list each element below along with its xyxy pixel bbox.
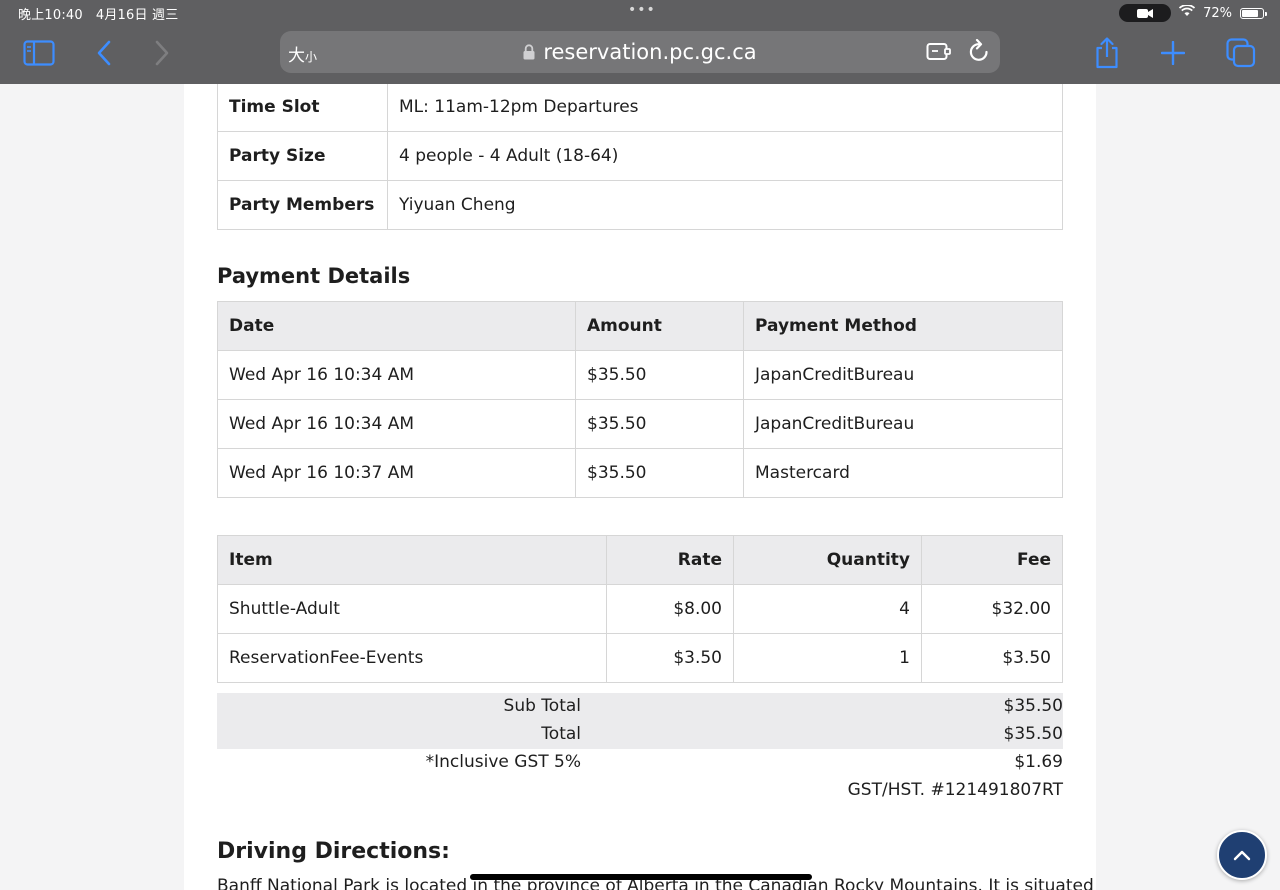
table-row: Shuttle-Adult $8.00 4 $32.00: [217, 584, 1063, 634]
column-header-rate: Rate: [606, 535, 734, 585]
payment-table: Date Amount Payment Method Wed Apr 16 10…: [217, 301, 1063, 498]
row-label: Time Slot: [217, 84, 388, 132]
payment-amount: $35.50: [575, 399, 744, 449]
wifi-icon: [1178, 4, 1196, 21]
total-row: Total $35.50: [217, 721, 1063, 749]
column-header-date: Date: [217, 301, 576, 351]
address-bar[interactable]: 大小 reservation.pc.gc.ca: [280, 31, 1000, 73]
chevron-left-icon: [97, 40, 111, 66]
item-rate: $3.50: [606, 633, 734, 683]
chevron-right-icon: [155, 40, 169, 66]
row-value: 4 people - 4 Adult (18-64): [387, 131, 1063, 181]
item-rate: $8.00: [606, 584, 734, 634]
battery-icon: [1240, 7, 1267, 19]
payment-details-heading: Payment Details: [217, 264, 411, 288]
table-row: Party Size 4 people - 4 Adult (18-64): [217, 131, 1063, 181]
back-button[interactable]: [87, 36, 121, 70]
table-row: ReservationFee-Events $3.50 1 $3.50: [217, 633, 1063, 683]
share-icon[interactable]: [1090, 36, 1124, 70]
payment-method: Mastercard: [743, 448, 1063, 498]
gst-number: GST/HST. #121491807RT: [847, 780, 1063, 800]
new-tab-icon[interactable]: [1156, 36, 1190, 70]
column-header-amount: Amount: [575, 301, 744, 351]
table-header-row: Item Rate Quantity Fee: [217, 535, 1063, 585]
item-fee: $32.00: [921, 584, 1063, 634]
item-quantity: 1: [733, 633, 922, 683]
page-content: Time Slot ML: 11am-12pm Departures Party…: [184, 84, 1096, 890]
clock: 晚上10:40: [18, 8, 83, 23]
status-time: 晚上10:40 4月16日 週三: [18, 4, 178, 23]
directions-heading-wrap: Driving Directions:: [217, 839, 1063, 864]
fees-table: Item Rate Quantity Fee Shuttle-Adult $8.…: [217, 535, 1063, 683]
subtotal-label: Sub Total: [503, 696, 581, 716]
extensions-icon[interactable]: [926, 40, 952, 66]
table-row: Wed Apr 16 10:34 AM $35.50 JapanCreditBu…: [217, 399, 1063, 449]
tabs-overview-icon[interactable]: [1224, 36, 1258, 70]
url-display[interactable]: reservation.pc.gc.ca: [280, 40, 1000, 65]
booking-details-table: Time Slot ML: 11am-12pm Departures Party…: [217, 84, 1063, 230]
payment-date: Wed Apr 16 10:34 AM: [217, 399, 576, 449]
payment-method: JapanCreditBureau: [743, 350, 1063, 400]
item-quantity: 4: [733, 584, 922, 634]
payment-method: JapanCreditBureau: [743, 399, 1063, 449]
row-value: ML: 11am-12pm Departures: [387, 84, 1063, 132]
forward-button[interactable]: [145, 36, 179, 70]
multitasking-dots-icon[interactable]: •••: [628, 2, 656, 18]
item-name: ReservationFee-Events: [217, 633, 607, 683]
scroll-to-top-button[interactable]: [1217, 830, 1267, 880]
table-row: Party Members Yiyuan Cheng: [217, 180, 1063, 230]
table-header-row: Date Amount Payment Method: [217, 301, 1063, 351]
gst-value: $1.69: [1014, 752, 1063, 772]
sidebar-icon[interactable]: [22, 36, 56, 70]
driving-directions-heading: Driving Directions:: [217, 839, 450, 864]
status-indicators: 72%: [1119, 4, 1267, 22]
camera-indicator-icon: [1119, 4, 1172, 22]
totals-summary: Sub Total $35.50 Total $35.50 *Inclusive…: [217, 693, 1063, 805]
home-indicator: [470, 874, 812, 880]
payment-amount: $35.50: [575, 350, 744, 400]
table-row: Wed Apr 16 10:34 AM $35.50 JapanCreditBu…: [217, 350, 1063, 400]
column-header-quantity: Quantity: [733, 535, 922, 585]
subtotal-row: Sub Total $35.50: [217, 693, 1063, 721]
lock-icon: [523, 41, 535, 65]
table-row: Time Slot ML: 11am-12pm Departures: [217, 84, 1063, 132]
battery-percent: 72%: [1203, 5, 1232, 21]
item-name: Shuttle-Adult: [217, 584, 607, 634]
item-fee: $3.50: [921, 633, 1063, 683]
browser-toolbar: 晚上10:40 4月16日 週三 ••• 72% 大小 reservation.…: [0, 0, 1280, 84]
payment-section: Date Amount Payment Method Wed Apr 16 10…: [217, 301, 1063, 498]
fees-section: Item Rate Quantity Fee Shuttle-Adult $8.…: [217, 535, 1063, 683]
gst-number-row: GST/HST. #121491807RT: [217, 777, 1063, 805]
gst-row: *Inclusive GST 5% $1.69: [217, 749, 1063, 777]
status-date: 4月16日 週三: [95, 8, 179, 23]
total-value: $35.50: [1003, 724, 1063, 744]
table-row: Wed Apr 16 10:37 AM $35.50 Mastercard: [217, 448, 1063, 498]
column-header-payment-method: Payment Method: [743, 301, 1063, 351]
column-header-fee: Fee: [921, 535, 1063, 585]
payment-amount: $35.50: [575, 448, 744, 498]
gst-label: *Inclusive GST 5%: [425, 752, 581, 772]
total-label: Total: [541, 724, 581, 744]
payment-heading-wrap: Payment Details: [217, 264, 1063, 288]
chevron-up-icon: [1233, 850, 1251, 861]
row-value: Yiyuan Cheng: [387, 180, 1063, 230]
column-header-item: Item: [217, 535, 607, 585]
row-label: Party Size: [217, 131, 388, 181]
row-label: Party Members: [217, 180, 388, 230]
payment-date: Wed Apr 16 10:37 AM: [217, 448, 576, 498]
url-text: reservation.pc.gc.ca: [543, 40, 757, 64]
payment-date: Wed Apr 16 10:34 AM: [217, 350, 576, 400]
subtotal-value: $35.50: [1003, 696, 1063, 716]
reload-icon[interactable]: [968, 38, 990, 67]
booking-details-section: Time Slot ML: 11am-12pm Departures Party…: [217, 84, 1063, 230]
